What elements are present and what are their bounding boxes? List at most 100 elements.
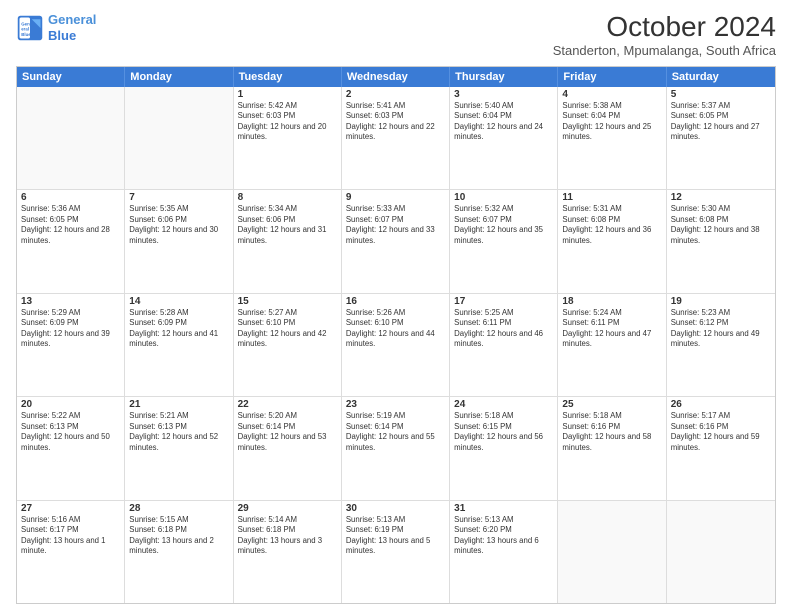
svg-text:Blue: Blue [21, 31, 31, 36]
day-number: 31 [454, 503, 553, 514]
day-cell-27: 27Sunrise: 5:16 AM Sunset: 6:17 PM Dayli… [17, 501, 125, 603]
day-details: Sunrise: 5:38 AM Sunset: 6:04 PM Dayligh… [562, 101, 661, 143]
day-details: Sunrise: 5:21 AM Sunset: 6:13 PM Dayligh… [129, 411, 228, 453]
day-number: 13 [21, 296, 120, 307]
day-number: 27 [21, 503, 120, 514]
header-day-wednesday: Wednesday [342, 67, 450, 87]
day-details: Sunrise: 5:41 AM Sunset: 6:03 PM Dayligh… [346, 101, 445, 143]
day-cell-22: 22Sunrise: 5:20 AM Sunset: 6:14 PM Dayli… [234, 397, 342, 499]
day-number: 8 [238, 192, 337, 203]
day-number: 30 [346, 503, 445, 514]
day-cell-21: 21Sunrise: 5:21 AM Sunset: 6:13 PM Dayli… [125, 397, 233, 499]
page: Gen eral Blue General Blue October 2024 … [0, 0, 792, 612]
header: Gen eral Blue General Blue October 2024 … [16, 12, 776, 58]
logo-line2: Blue [48, 28, 76, 43]
header-day-saturday: Saturday [667, 67, 775, 87]
logo: Gen eral Blue General Blue [16, 12, 96, 43]
day-details: Sunrise: 5:27 AM Sunset: 6:10 PM Dayligh… [238, 308, 337, 350]
day-cell-9: 9Sunrise: 5:33 AM Sunset: 6:07 PM Daylig… [342, 190, 450, 292]
day-details: Sunrise: 5:26 AM Sunset: 6:10 PM Dayligh… [346, 308, 445, 350]
day-cell-29: 29Sunrise: 5:14 AM Sunset: 6:18 PM Dayli… [234, 501, 342, 603]
day-details: Sunrise: 5:16 AM Sunset: 6:17 PM Dayligh… [21, 515, 120, 557]
day-details: Sunrise: 5:40 AM Sunset: 6:04 PM Dayligh… [454, 101, 553, 143]
day-cell-6: 6Sunrise: 5:36 AM Sunset: 6:05 PM Daylig… [17, 190, 125, 292]
day-cell-4: 4Sunrise: 5:38 AM Sunset: 6:04 PM Daylig… [558, 87, 666, 189]
day-cell-1: 1Sunrise: 5:42 AM Sunset: 6:03 PM Daylig… [234, 87, 342, 189]
day-number: 4 [562, 89, 661, 100]
day-cell-26: 26Sunrise: 5:17 AM Sunset: 6:16 PM Dayli… [667, 397, 775, 499]
header-day-thursday: Thursday [450, 67, 558, 87]
day-cell-23: 23Sunrise: 5:19 AM Sunset: 6:14 PM Dayli… [342, 397, 450, 499]
day-details: Sunrise: 5:13 AM Sunset: 6:19 PM Dayligh… [346, 515, 445, 557]
day-details: Sunrise: 5:28 AM Sunset: 6:09 PM Dayligh… [129, 308, 228, 350]
day-cell-2: 2Sunrise: 5:41 AM Sunset: 6:03 PM Daylig… [342, 87, 450, 189]
svg-text:Gen: Gen [21, 21, 30, 26]
calendar: SundayMondayTuesdayWednesdayThursdayFrid… [16, 66, 776, 604]
week-row-5: 27Sunrise: 5:16 AM Sunset: 6:17 PM Dayli… [17, 500, 775, 603]
day-cell-3: 3Sunrise: 5:40 AM Sunset: 6:04 PM Daylig… [450, 87, 558, 189]
day-details: Sunrise: 5:30 AM Sunset: 6:08 PM Dayligh… [671, 204, 771, 246]
day-details: Sunrise: 5:23 AM Sunset: 6:12 PM Dayligh… [671, 308, 771, 350]
day-number: 17 [454, 296, 553, 307]
week-row-3: 13Sunrise: 5:29 AM Sunset: 6:09 PM Dayli… [17, 293, 775, 396]
day-number: 11 [562, 192, 661, 203]
day-cell-12: 12Sunrise: 5:30 AM Sunset: 6:08 PM Dayli… [667, 190, 775, 292]
day-details: Sunrise: 5:24 AM Sunset: 6:11 PM Dayligh… [562, 308, 661, 350]
day-cell-7: 7Sunrise: 5:35 AM Sunset: 6:06 PM Daylig… [125, 190, 233, 292]
day-details: Sunrise: 5:17 AM Sunset: 6:16 PM Dayligh… [671, 411, 771, 453]
header-day-sunday: Sunday [17, 67, 125, 87]
day-cell-8: 8Sunrise: 5:34 AM Sunset: 6:06 PM Daylig… [234, 190, 342, 292]
day-details: Sunrise: 5:34 AM Sunset: 6:06 PM Dayligh… [238, 204, 337, 246]
day-number: 5 [671, 89, 771, 100]
day-details: Sunrise: 5:19 AM Sunset: 6:14 PM Dayligh… [346, 411, 445, 453]
day-cell-15: 15Sunrise: 5:27 AM Sunset: 6:10 PM Dayli… [234, 294, 342, 396]
svg-text:eral: eral [21, 26, 29, 31]
week-row-4: 20Sunrise: 5:22 AM Sunset: 6:13 PM Dayli… [17, 396, 775, 499]
day-details: Sunrise: 5:25 AM Sunset: 6:11 PM Dayligh… [454, 308, 553, 350]
empty-cell [125, 87, 233, 189]
day-number: 3 [454, 89, 553, 100]
day-details: Sunrise: 5:36 AM Sunset: 6:05 PM Dayligh… [21, 204, 120, 246]
day-cell-28: 28Sunrise: 5:15 AM Sunset: 6:18 PM Dayli… [125, 501, 233, 603]
day-number: 20 [21, 399, 120, 410]
day-cell-24: 24Sunrise: 5:18 AM Sunset: 6:15 PM Dayli… [450, 397, 558, 499]
day-cell-18: 18Sunrise: 5:24 AM Sunset: 6:11 PM Dayli… [558, 294, 666, 396]
logo-icon: Gen eral Blue [16, 14, 44, 42]
day-number: 6 [21, 192, 120, 203]
day-cell-31: 31Sunrise: 5:13 AM Sunset: 6:20 PM Dayli… [450, 501, 558, 603]
calendar-header: SundayMondayTuesdayWednesdayThursdayFrid… [17, 67, 775, 87]
day-cell-17: 17Sunrise: 5:25 AM Sunset: 6:11 PM Dayli… [450, 294, 558, 396]
day-number: 25 [562, 399, 661, 410]
day-details: Sunrise: 5:32 AM Sunset: 6:07 PM Dayligh… [454, 204, 553, 246]
empty-cell [667, 501, 775, 603]
day-number: 16 [346, 296, 445, 307]
day-number: 10 [454, 192, 553, 203]
empty-cell [17, 87, 125, 189]
day-cell-30: 30Sunrise: 5:13 AM Sunset: 6:19 PM Dayli… [342, 501, 450, 603]
day-details: Sunrise: 5:33 AM Sunset: 6:07 PM Dayligh… [346, 204, 445, 246]
empty-cell [558, 501, 666, 603]
day-number: 7 [129, 192, 228, 203]
day-number: 18 [562, 296, 661, 307]
day-number: 28 [129, 503, 228, 514]
day-number: 26 [671, 399, 771, 410]
day-number: 14 [129, 296, 228, 307]
day-details: Sunrise: 5:15 AM Sunset: 6:18 PM Dayligh… [129, 515, 228, 557]
day-cell-5: 5Sunrise: 5:37 AM Sunset: 6:05 PM Daylig… [667, 87, 775, 189]
main-title: October 2024 [553, 12, 776, 43]
logo-line1: General [48, 12, 96, 27]
header-day-friday: Friday [558, 67, 666, 87]
day-details: Sunrise: 5:35 AM Sunset: 6:06 PM Dayligh… [129, 204, 228, 246]
title-block: October 2024 Standerton, Mpumalanga, Sou… [553, 12, 776, 58]
day-details: Sunrise: 5:31 AM Sunset: 6:08 PM Dayligh… [562, 204, 661, 246]
week-row-1: 1Sunrise: 5:42 AM Sunset: 6:03 PM Daylig… [17, 87, 775, 189]
day-number: 9 [346, 192, 445, 203]
day-number: 23 [346, 399, 445, 410]
day-number: 19 [671, 296, 771, 307]
day-details: Sunrise: 5:29 AM Sunset: 6:09 PM Dayligh… [21, 308, 120, 350]
day-cell-16: 16Sunrise: 5:26 AM Sunset: 6:10 PM Dayli… [342, 294, 450, 396]
day-details: Sunrise: 5:18 AM Sunset: 6:15 PM Dayligh… [454, 411, 553, 453]
day-cell-20: 20Sunrise: 5:22 AM Sunset: 6:13 PM Dayli… [17, 397, 125, 499]
day-number: 15 [238, 296, 337, 307]
calendar-body: 1Sunrise: 5:42 AM Sunset: 6:03 PM Daylig… [17, 87, 775, 603]
